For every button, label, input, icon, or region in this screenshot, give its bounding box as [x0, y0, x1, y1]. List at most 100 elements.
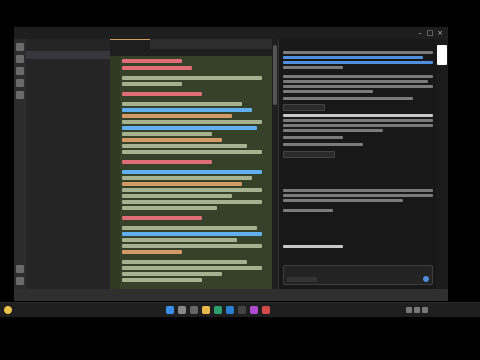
- code-line: [122, 260, 247, 264]
- code-line: [122, 120, 262, 124]
- code-line: [122, 150, 262, 154]
- code-line: [122, 194, 232, 198]
- right-edge-panel: [436, 39, 448, 289]
- code-line: [122, 272, 222, 276]
- code-line: [122, 216, 202, 220]
- chat-text-line: [283, 80, 428, 83]
- tab-active[interactable]: [110, 39, 150, 49]
- explorer-header: [30, 41, 106, 49]
- task-view-icon[interactable]: [190, 306, 198, 314]
- screen: – □ ×: [0, 0, 480, 360]
- code-line: [122, 176, 252, 180]
- browser-icon[interactable]: [214, 306, 222, 314]
- context-chip[interactable]: [287, 277, 317, 282]
- chat-text-line: [283, 51, 433, 54]
- code-line: [122, 182, 242, 186]
- explorer-sidebar: [26, 39, 111, 289]
- scrollbar-thumb[interactable]: [273, 45, 277, 105]
- gear-icon[interactable]: [16, 277, 24, 285]
- chat-text-line: [283, 194, 433, 197]
- network-icon[interactable]: [406, 307, 412, 313]
- extensions-icon[interactable]: [16, 91, 24, 99]
- terminal-icon[interactable]: [238, 306, 246, 314]
- code-line: [122, 82, 182, 86]
- search-icon[interactable]: [16, 55, 24, 63]
- code-line: [122, 238, 237, 242]
- chat-text-line: [283, 90, 373, 93]
- editor-tab-bar: [110, 39, 272, 49]
- debug-icon[interactable]: [16, 79, 24, 87]
- code-line: [122, 226, 257, 230]
- chat-title: [283, 41, 433, 48]
- maximize-button[interactable]: □: [426, 29, 434, 37]
- weather-widget[interactable]: [14, 304, 54, 316]
- file-explorer-icon[interactable]: [202, 306, 210, 314]
- weather-icon[interactable]: [4, 306, 12, 314]
- code-line: [122, 76, 262, 80]
- code-line: [122, 144, 247, 148]
- tab-secondary[interactable]: [150, 39, 190, 49]
- code-area[interactable]: [110, 56, 272, 289]
- chat-text-line: [283, 114, 433, 117]
- code-line: [122, 206, 217, 210]
- minimize-button[interactable]: –: [416, 29, 424, 37]
- activity-bar: [14, 39, 26, 289]
- code-line: [122, 92, 202, 96]
- chat-input[interactable]: [283, 265, 433, 285]
- code-line: [122, 244, 262, 248]
- files-icon[interactable]: [16, 43, 24, 51]
- file-reference-chip[interactable]: [283, 104, 325, 111]
- code-line: [122, 266, 262, 270]
- chat-text-line: [283, 66, 343, 69]
- code-line: [122, 102, 242, 106]
- chat-text-line: [283, 143, 363, 146]
- volume-icon[interactable]: [414, 307, 420, 313]
- chat-text-line: [283, 124, 433, 127]
- code-line: [122, 200, 262, 204]
- code-line: [122, 126, 257, 130]
- chat-input-placeholder: [287, 268, 427, 274]
- chat-text-line: [283, 245, 343, 248]
- line-number-gutter: [110, 56, 120, 289]
- battery-icon[interactable]: [422, 307, 428, 313]
- code-line: [122, 132, 212, 136]
- file-reference-chip[interactable]: [283, 151, 335, 158]
- account-icon[interactable]: [16, 265, 24, 273]
- chat-text-line: [283, 75, 433, 78]
- close-button[interactable]: ×: [436, 29, 444, 37]
- status-bar: [14, 289, 448, 301]
- chat-text-line: [283, 209, 333, 212]
- app-icon[interactable]: [262, 306, 270, 314]
- chat-link-line[interactable]: [283, 56, 423, 59]
- code-line: [122, 278, 202, 282]
- window-title: [126, 29, 306, 37]
- notification-box[interactable]: [437, 45, 447, 65]
- code-line: [122, 59, 182, 63]
- chat-text-line: [283, 119, 433, 122]
- code-line: [122, 66, 192, 70]
- breadcrumb: [110, 49, 272, 56]
- code-line: [122, 232, 262, 236]
- code-line: [122, 108, 252, 112]
- search-icon[interactable]: [178, 306, 186, 314]
- source-control-icon[interactable]: [16, 67, 24, 75]
- chat-text-line: [283, 199, 403, 202]
- code-line: [122, 188, 262, 192]
- code-line: [122, 170, 262, 174]
- code-line: [122, 114, 232, 118]
- tree-item-folder[interactable]: [26, 51, 110, 59]
- vscode-icon[interactable]: [226, 306, 234, 314]
- chat-text-line: [283, 136, 343, 139]
- chat-panel: [278, 39, 437, 289]
- chat-text-line: [283, 85, 433, 88]
- code-line: [122, 138, 222, 142]
- chat-link-line[interactable]: [283, 61, 433, 64]
- start-icon[interactable]: [166, 306, 174, 314]
- taskbar: [0, 302, 480, 317]
- desktop-window: – □ ×: [14, 27, 448, 301]
- clock[interactable]: [436, 304, 476, 316]
- app-icon[interactable]: [250, 306, 258, 314]
- code-line: [122, 160, 212, 164]
- chat-text-line: [283, 97, 413, 100]
- send-icon[interactable]: [423, 276, 429, 282]
